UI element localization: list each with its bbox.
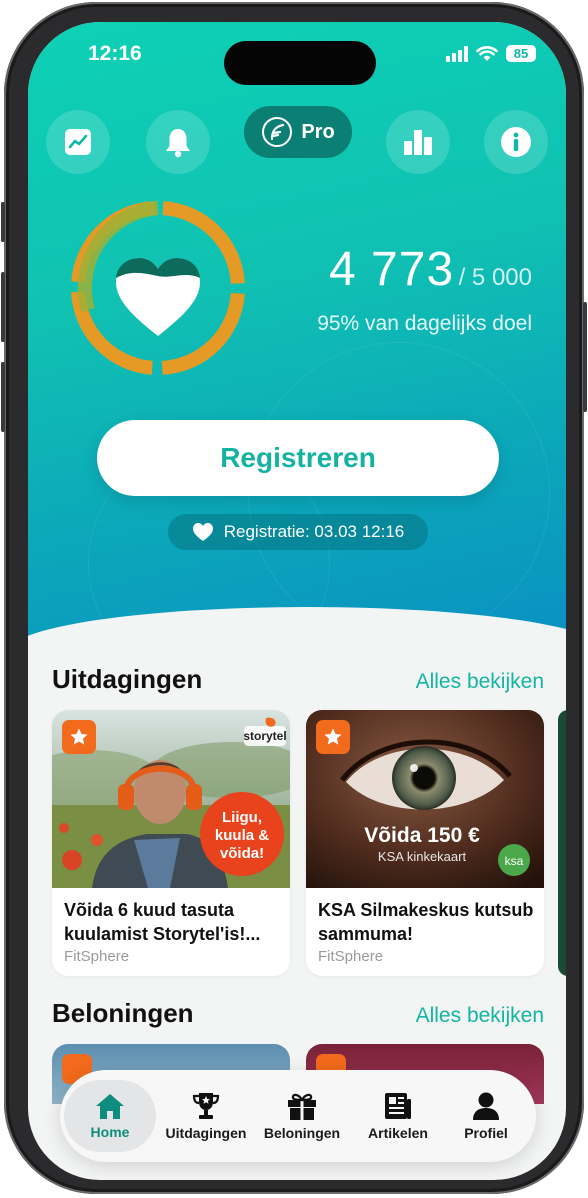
trophy-icon (192, 1093, 220, 1119)
step-counter: 4 773 / 5 000 (329, 242, 532, 297)
pro-button[interactable]: Pro (244, 106, 352, 158)
nav-label: Artikelen (368, 1125, 428, 1141)
home-icon (96, 1094, 124, 1119)
nav-label: Beloningen (263, 1125, 341, 1141)
info-button[interactable] (484, 110, 548, 174)
steps-goal: / 5 000 (458, 264, 532, 291)
nav-challenges[interactable]: Uitdagingen (160, 1080, 252, 1152)
svg-text:storytel: storytel (243, 729, 286, 743)
dynamic-island (224, 41, 376, 85)
svg-text:võida!: võida! (220, 845, 264, 862)
info-icon (501, 127, 531, 157)
bottom-nav: Home Uitdagingen Beloningen Artikelen Pr… (60, 1070, 536, 1162)
newspaper-icon (385, 1093, 411, 1119)
gift-icon (288, 1093, 316, 1120)
volume-down-button (1, 362, 5, 432)
featured-badge (62, 720, 96, 754)
svg-text:Võida 150 €: Võida 150 € (364, 824, 480, 847)
rewards-view-all-link[interactable]: Alles bekijken (416, 1004, 544, 1028)
challenge-card-image: Võida 150 € KSA kinkekaart ksa (306, 710, 544, 888)
challenge-card[interactable]: Võida 150 € KSA kinkekaart ksa KSA Silma… (306, 710, 544, 976)
trend-icon (65, 129, 91, 155)
nav-articles[interactable]: Artikelen (352, 1080, 444, 1152)
challenges-title: Uitdagingen (52, 664, 203, 694)
star-icon (70, 728, 88, 745)
trend-button[interactable] (46, 110, 110, 174)
challenge-card-title: Võida 6 kuud tasuta kuulamist Storytel'i… (64, 900, 261, 944)
challenges-view-all-link[interactable]: Alles bekijken (416, 670, 544, 694)
heart-icon (116, 258, 200, 336)
last-registration-chip: Registratie: 03.03 12:16 (168, 514, 428, 550)
star-icon (324, 728, 342, 745)
svg-text:ksa: ksa (505, 854, 524, 868)
status-time: 12:16 (88, 42, 142, 65)
challenge-card-source: FitSphere (64, 948, 130, 965)
bell-icon (166, 129, 190, 158)
heart-icon (192, 523, 213, 541)
battery-indicator: 85 (506, 45, 536, 62)
challenge-card-image: storytel Liigu, kuula & võida! (52, 710, 290, 888)
svg-text:kuula &: kuula & (215, 827, 269, 844)
challenge-card-peek[interactable] (558, 710, 566, 976)
nav-label: Home (90, 1124, 130, 1140)
svg-text:KSA kinkekaart: KSA kinkekaart (378, 849, 467, 864)
nav-home[interactable]: Home (64, 1080, 156, 1152)
svg-text:Liigu,: Liigu, (222, 809, 262, 826)
power-button (583, 302, 587, 412)
daily-goal-ring (71, 201, 245, 375)
pro-label: Pro (301, 120, 335, 143)
bar-chart-icon (404, 130, 432, 155)
fitsphere-logo-icon (262, 117, 293, 147)
challenge-card-source: FitSphere (318, 948, 384, 965)
register-button[interactable]: Registreren (97, 420, 499, 496)
action-button (1, 202, 5, 242)
nav-profile[interactable]: Profiel (440, 1080, 532, 1152)
statistics-button[interactable] (386, 110, 450, 174)
signal-icon (446, 45, 468, 62)
goal-percent-label: 95% van dagelijks doel (317, 312, 532, 335)
challenge-card-title: KSA Silmakeskus kutsub sammuma! (318, 900, 534, 944)
wifi-icon (476, 45, 498, 61)
rewards-title: Beloningen (52, 998, 194, 1028)
steps-value: 4 773 (329, 243, 455, 296)
notifications-button[interactable] (146, 110, 210, 174)
featured-badge (316, 720, 350, 754)
phone-frame: 12:16 85 Pro 4 773 / 5 000 95% van dagel… (1, 2, 587, 1194)
challenge-card[interactable]: storytel Liigu, kuula & võida! Võida 6 k… (52, 710, 290, 976)
nav-label: Uitdagingen (165, 1125, 247, 1141)
volume-up-button (1, 272, 5, 342)
last-registration-text: Registratie: 03.03 12:16 (223, 522, 405, 541)
nav-label: Profiel (464, 1125, 508, 1141)
status-icons: 85 (446, 45, 536, 62)
nav-rewards[interactable]: Beloningen (256, 1080, 348, 1152)
app-screen: 12:16 85 Pro 4 773 / 5 000 95% van dagel… (28, 22, 566, 1180)
person-icon (473, 1092, 499, 1120)
